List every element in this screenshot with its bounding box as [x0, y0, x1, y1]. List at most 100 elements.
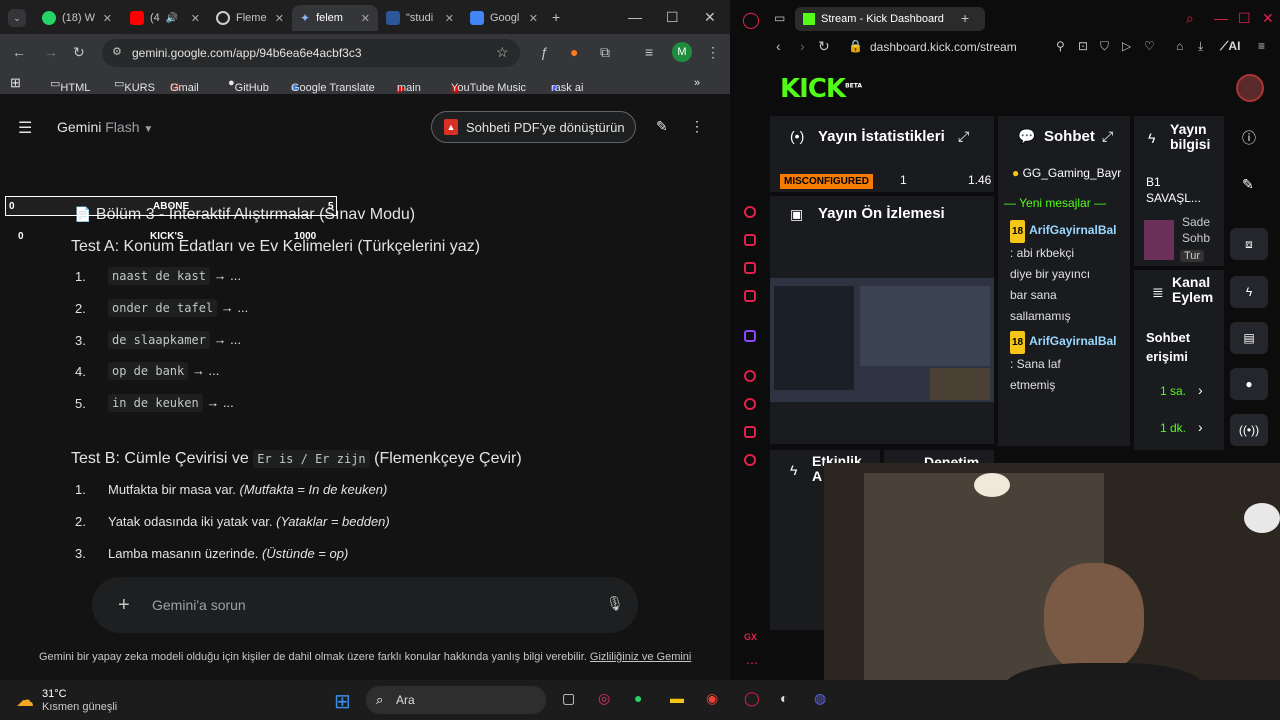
raid-button[interactable]: ϟ	[1230, 276, 1268, 308]
avatar[interactable]	[1236, 74, 1264, 102]
more-options-icon[interactable]: ⋮	[690, 118, 704, 135]
extensions-icon[interactable]: ⧉	[600, 44, 610, 61]
kick-logo[interactable]: KICKBETA	[780, 74, 862, 104]
tab-search-icon[interactable]: ⌄	[8, 9, 26, 27]
wallet-icon[interactable]: ⌂	[1176, 39, 1183, 53]
chrome-icon[interactable]: ◉	[706, 690, 718, 707]
bookmark-html[interactable]: ▭ HTML	[50, 77, 90, 94]
opera-icon[interactable]: ◯	[742, 10, 760, 30]
minimize-icon[interactable]: —	[1214, 10, 1228, 26]
popout-icon[interactable]: ⤢	[958, 128, 969, 145]
weather-icon[interactable]: ☁	[16, 690, 34, 711]
gx-icon[interactable]: GX	[744, 632, 757, 642]
new-tab-icon[interactable]: +	[552, 9, 560, 25]
player-icon[interactable]	[744, 370, 756, 382]
play-icon[interactable]: ▷	[1122, 39, 1131, 53]
apps-icon[interactable]: ⊞	[10, 75, 21, 91]
add-attachment-icon[interactable]: +	[118, 594, 130, 617]
twitch-icon[interactable]	[744, 330, 756, 342]
close-icon[interactable]: ✕	[361, 12, 370, 25]
heart-icon[interactable]: ♡	[1144, 39, 1155, 53]
media-icon[interactable]: ≡	[645, 44, 653, 60]
obs-icon[interactable]: ◐	[780, 690, 788, 706]
address-bar[interactable]: dashboard.kick.com/stream	[870, 40, 1017, 54]
minimize-icon[interactable]: —	[628, 9, 642, 25]
tab-studi[interactable]: "studi ✕	[378, 5, 462, 31]
tab-fleme[interactable]: Fleme ✕	[208, 5, 292, 31]
tab-google[interactable]: Googl ✕	[462, 5, 546, 31]
download-icon[interactable]: ⤓	[1198, 39, 1203, 54]
broadcast-button[interactable]: ((•))	[1230, 414, 1268, 446]
folder-icon[interactable]: ▬	[670, 690, 684, 706]
opera-gx-icon[interactable]: ◯	[744, 690, 760, 707]
extensions-icon[interactable]	[744, 426, 756, 438]
settings-icon[interactable]	[744, 454, 756, 466]
aria-icon[interactable]	[744, 206, 756, 218]
bookmark-github[interactable]: ● GitHub	[228, 77, 269, 94]
tab-whatsapp[interactable]: (18) W ✕	[34, 5, 120, 31]
maximize-icon[interactable]: ☐	[666, 9, 679, 26]
maximize-icon[interactable]: ☐	[1238, 10, 1251, 27]
fx-extension-icon[interactable]: ƒ	[540, 44, 548, 60]
more-icon[interactable]: ⋯	[746, 656, 758, 670]
close-icon[interactable]: ✕	[103, 12, 112, 25]
bookmark-star-icon[interactable]: ☆	[496, 44, 509, 61]
menu-icon[interactable]: ⋮	[706, 44, 720, 61]
notes-button[interactable]: ▤	[1230, 322, 1268, 354]
edit-icon[interactable]: ✎	[1242, 176, 1254, 193]
close-icon[interactable]: ✕	[275, 12, 284, 25]
close-icon[interactable]: ✕	[529, 12, 538, 25]
close-icon[interactable]: ✕	[191, 12, 200, 25]
ai-icon[interactable]: ⟋AI	[1220, 39, 1240, 54]
hamburger-menu-icon[interactable]: ☰	[18, 118, 32, 138]
pin-icon[interactable]: ⚲	[1056, 39, 1065, 53]
taskbar-search[interactable]: ⌕ Ara	[366, 686, 546, 714]
clip-button[interactable]: ⧈	[1230, 228, 1268, 260]
new-chat-icon[interactable]: ✎	[656, 118, 668, 135]
model-selector[interactable]: Gemini Flash ▼	[57, 119, 153, 135]
search-icon[interactable]: ⌕	[1186, 10, 1194, 27]
profile-avatar[interactable]: M	[672, 42, 692, 62]
chevron-right-icon[interactable]: ›	[1198, 419, 1203, 435]
back-icon[interactable]: ←	[12, 44, 26, 60]
close-window-icon[interactable]: ✕	[704, 9, 716, 26]
bookmark-kurs[interactable]: ▭ KURS	[114, 77, 155, 94]
reload-icon[interactable]: ↻	[818, 38, 830, 55]
whatsapp-icon[interactable]: ●	[634, 690, 642, 706]
address-bar[interactable]: ⚙ gemini.google.com/app/94b6ea6e4acbf3c3	[102, 39, 520, 67]
chevron-right-icon[interactable]: ›	[1198, 382, 1203, 398]
reload-icon[interactable]: ↻	[73, 44, 85, 61]
privacy-link[interactable]: Gizliliğiniz ve Gemini	[590, 651, 691, 663]
site-info-icon[interactable]: ⚙	[112, 45, 122, 58]
new-tab-icon[interactable]: +	[961, 10, 969, 26]
instagram-icon[interactable]: ◎	[598, 690, 610, 707]
tab-gemini[interactable]: ✦ felem ✕	[292, 5, 378, 31]
menu-icon[interactable]: ≡	[1258, 39, 1265, 53]
prompt-input[interactable]: + Gemini'a sorun 🎙	[92, 577, 638, 633]
info-icon[interactable]: ⓘ	[1242, 128, 1256, 148]
chat-button[interactable]: ●	[1230, 368, 1268, 400]
back-icon[interactable]: ‹	[776, 38, 781, 54]
messenger-icon[interactable]	[744, 290, 756, 302]
export-pdf-button[interactable]: ▲ Sohbeti PDF'ye dönüştürün	[431, 111, 636, 143]
history-icon[interactable]	[744, 398, 756, 410]
tab-kick-dashboard[interactable]: Stream - Kick Dashboard	[795, 7, 985, 31]
tabs-icon[interactable]: ▭	[774, 11, 785, 25]
stream-preview-video[interactable]	[770, 278, 994, 402]
microphone-icon[interactable]: 🎙	[606, 595, 624, 612]
access-option[interactable]: 1 sa.	[1160, 384, 1186, 398]
close-window-icon[interactable]: ✕	[1262, 10, 1274, 27]
forward-icon[interactable]: →	[44, 44, 58, 60]
forward-icon[interactable]: ›	[800, 38, 805, 54]
bag-icon[interactable]	[744, 234, 756, 246]
extension-icon[interactable]: ●	[570, 44, 578, 60]
shield-icon[interactable]: ⛉	[1100, 39, 1109, 54]
close-icon[interactable]: ✕	[445, 12, 454, 25]
discord-icon[interactable]: ◍	[814, 690, 826, 707]
tab-youtube[interactable]: (4 🔊 ✕	[122, 5, 208, 31]
more-bookmarks-icon[interactable]: »	[694, 77, 700, 89]
start-icon[interactable]: ⊞	[334, 689, 351, 714]
apps-icon[interactable]	[744, 262, 756, 274]
file-explorer-icon[interactable]: ▢	[562, 690, 575, 707]
snapshot-icon[interactable]: ⊡	[1078, 39, 1088, 53]
